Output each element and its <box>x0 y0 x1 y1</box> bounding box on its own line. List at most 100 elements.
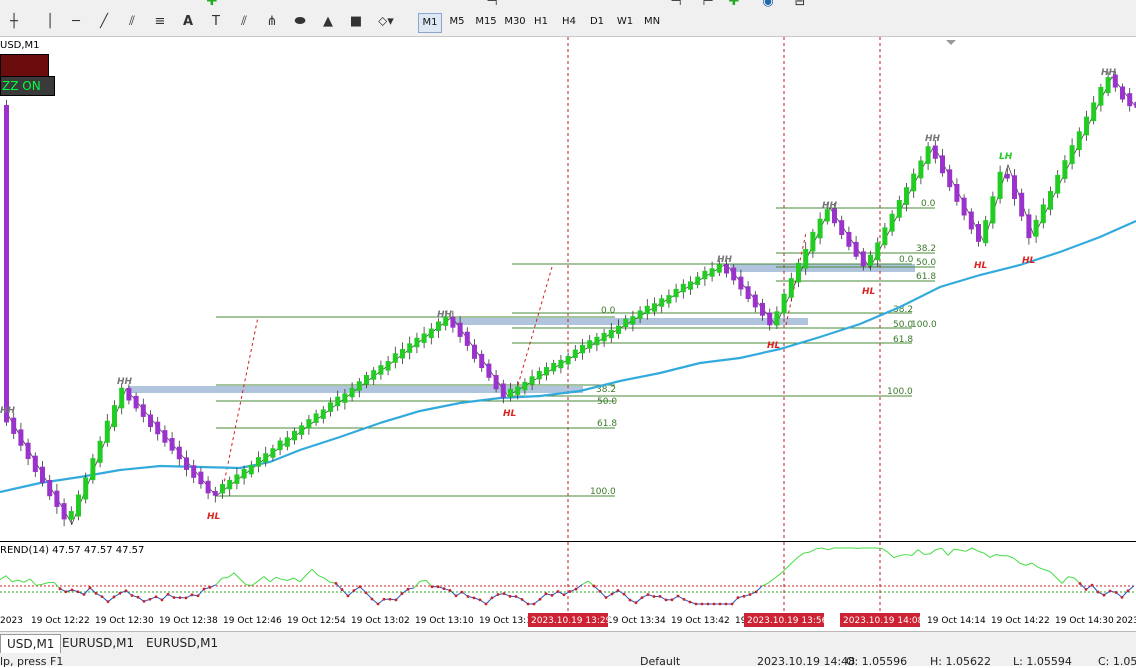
indicator-dot <box>497 593 500 596</box>
tf-m15[interactable]: M15 <box>472 13 500 31</box>
candle-body <box>990 196 995 223</box>
candle-body <box>414 338 419 347</box>
time-label: 19 Oct 14:14 <box>927 616 986 626</box>
candle-body <box>494 375 499 389</box>
candle-body <box>206 481 211 494</box>
candle-body <box>746 286 751 299</box>
indicator-dot <box>623 593 626 596</box>
tab-chart-1[interactable]: USD,M1 <box>0 634 61 653</box>
candle-body <box>191 465 196 478</box>
tab-chart-2[interactable]: EURUSD,M1 <box>56 634 140 652</box>
tf-m1[interactable]: M1 <box>418 13 442 33</box>
time-label: 19 Oct 13:42 <box>671 616 730 626</box>
shapes-dropdown-icon[interactable]: ⬦▾ <box>376 12 396 32</box>
candle-body <box>803 249 808 269</box>
indicator-dot <box>449 589 452 592</box>
indicator-dot <box>485 603 488 606</box>
zoom-out-icon[interactable]: ⊣ <box>482 0 502 12</box>
candle-body <box>861 251 866 266</box>
indicator-dot <box>107 600 110 603</box>
candle-body <box>479 354 484 368</box>
horizontal-line-icon[interactable]: ─ <box>66 12 86 32</box>
indicator-dot <box>533 603 536 606</box>
text-label-icon[interactable]: T <box>206 12 226 32</box>
indicator-dot <box>455 594 458 597</box>
tf-w1[interactable]: W1 <box>614 13 636 31</box>
indicator-segment <box>912 550 918 556</box>
candle-body <box>76 495 81 517</box>
text-tool-icon[interactable]: A <box>178 12 198 32</box>
indicator-segment <box>900 555 906 556</box>
zz-toggle-button[interactable]: ZZ ON <box>0 76 55 96</box>
indicator-dot <box>95 592 98 595</box>
tf-h4[interactable]: H4 <box>558 13 580 31</box>
indicator-segment <box>894 555 900 557</box>
candle-body <box>587 340 592 348</box>
candle-body <box>1012 175 1017 199</box>
indicator-dot <box>1127 589 1130 592</box>
svg-text:2023.10.19 14:08: 2023.10.19 14:08 <box>843 616 924 626</box>
svg-text:100.0: 100.0 <box>887 387 913 397</box>
candle-body <box>11 418 16 434</box>
zoom-in-icon[interactable]: ✚ <box>724 0 744 12</box>
indicator-dot <box>557 590 560 593</box>
indicator-segment <box>282 579 288 580</box>
candle-body <box>875 242 880 260</box>
trendline-icon[interactable]: ╱ <box>94 12 114 32</box>
ellipse-icon[interactable]: ⬬ <box>290 12 310 32</box>
candle-body <box>630 316 635 324</box>
indicator-dot <box>407 588 410 591</box>
candle-body <box>119 388 124 409</box>
candle-body <box>652 303 657 311</box>
tf-mn[interactable]: MN <box>640 13 664 31</box>
indicator-dot <box>515 595 518 598</box>
candle-body <box>796 263 801 283</box>
tab-chart-3[interactable]: EURUSD,M1 <box>140 634 224 652</box>
swing-hh-label: HH <box>437 310 453 320</box>
svg-text:0.0: 0.0 <box>899 255 914 265</box>
fibo-icon[interactable]: ≡ <box>150 12 170 32</box>
candle-body <box>227 480 232 489</box>
candle-body <box>825 209 830 221</box>
chart-shift-icon[interactable]: ⊣ <box>666 0 686 12</box>
candle-body <box>1041 204 1046 223</box>
grid-icon[interactable]: ⊟ <box>790 0 810 12</box>
candle-body <box>18 429 23 445</box>
indicator-segment <box>1020 563 1026 565</box>
candle-body <box>1034 220 1039 237</box>
period-icon[interactable]: ◉ <box>758 0 778 12</box>
svg-text:2023.10.19 13:29: 2023.10.19 13:29 <box>531 616 612 626</box>
candle-body <box>429 329 434 338</box>
candle-body <box>782 294 787 314</box>
arrows-icon[interactable]: ⫽ <box>234 12 254 32</box>
candle-body <box>33 456 38 472</box>
status-close: C: 1.05612 <box>1098 655 1136 668</box>
tf-m5[interactable]: M5 <box>446 13 468 31</box>
pitchfork-icon[interactable]: ⋔ <box>262 12 282 32</box>
indicator-window[interactable] <box>0 541 1136 612</box>
indicator-segment <box>36 584 42 585</box>
price-chart-svg[interactable]: 38.2 50.0 61.8 100.0 0.0 38.2 50.0 61.8 … <box>0 37 1136 541</box>
candle-body <box>839 220 844 235</box>
symbol-label: USD,M1 <box>0 40 40 51</box>
candle-body <box>760 303 765 316</box>
vertical-line-icon[interactable]: │ <box>40 12 60 32</box>
channel-icon[interactable]: ⫽ <box>122 12 142 32</box>
new-order-icon[interactable]: ✚ <box>202 0 222 12</box>
candle-body <box>695 277 700 285</box>
tf-m30[interactable]: M30 <box>502 13 528 31</box>
candle-body <box>126 388 131 401</box>
tf-d1[interactable]: D1 <box>586 13 608 31</box>
autoscroll-icon[interactable]: ⊢ <box>698 0 718 12</box>
price-chart[interactable]: 38.2 50.0 61.8 100.0 0.0 38.2 50.0 61.8 … <box>0 37 1136 541</box>
toggle-button-1[interactable] <box>0 54 49 78</box>
svg-text:61.8: 61.8 <box>893 335 913 345</box>
rectangle-icon[interactable]: ■ <box>346 12 366 32</box>
candle-body <box>1084 117 1089 136</box>
indicator-segment <box>24 579 30 582</box>
indicator-segment <box>1062 577 1068 584</box>
crosshair-icon[interactable]: ┼ <box>4 12 24 32</box>
tf-h1[interactable]: H1 <box>530 13 552 31</box>
indicator-dot <box>401 592 404 595</box>
triangle-icon[interactable]: ▲ <box>318 12 338 32</box>
